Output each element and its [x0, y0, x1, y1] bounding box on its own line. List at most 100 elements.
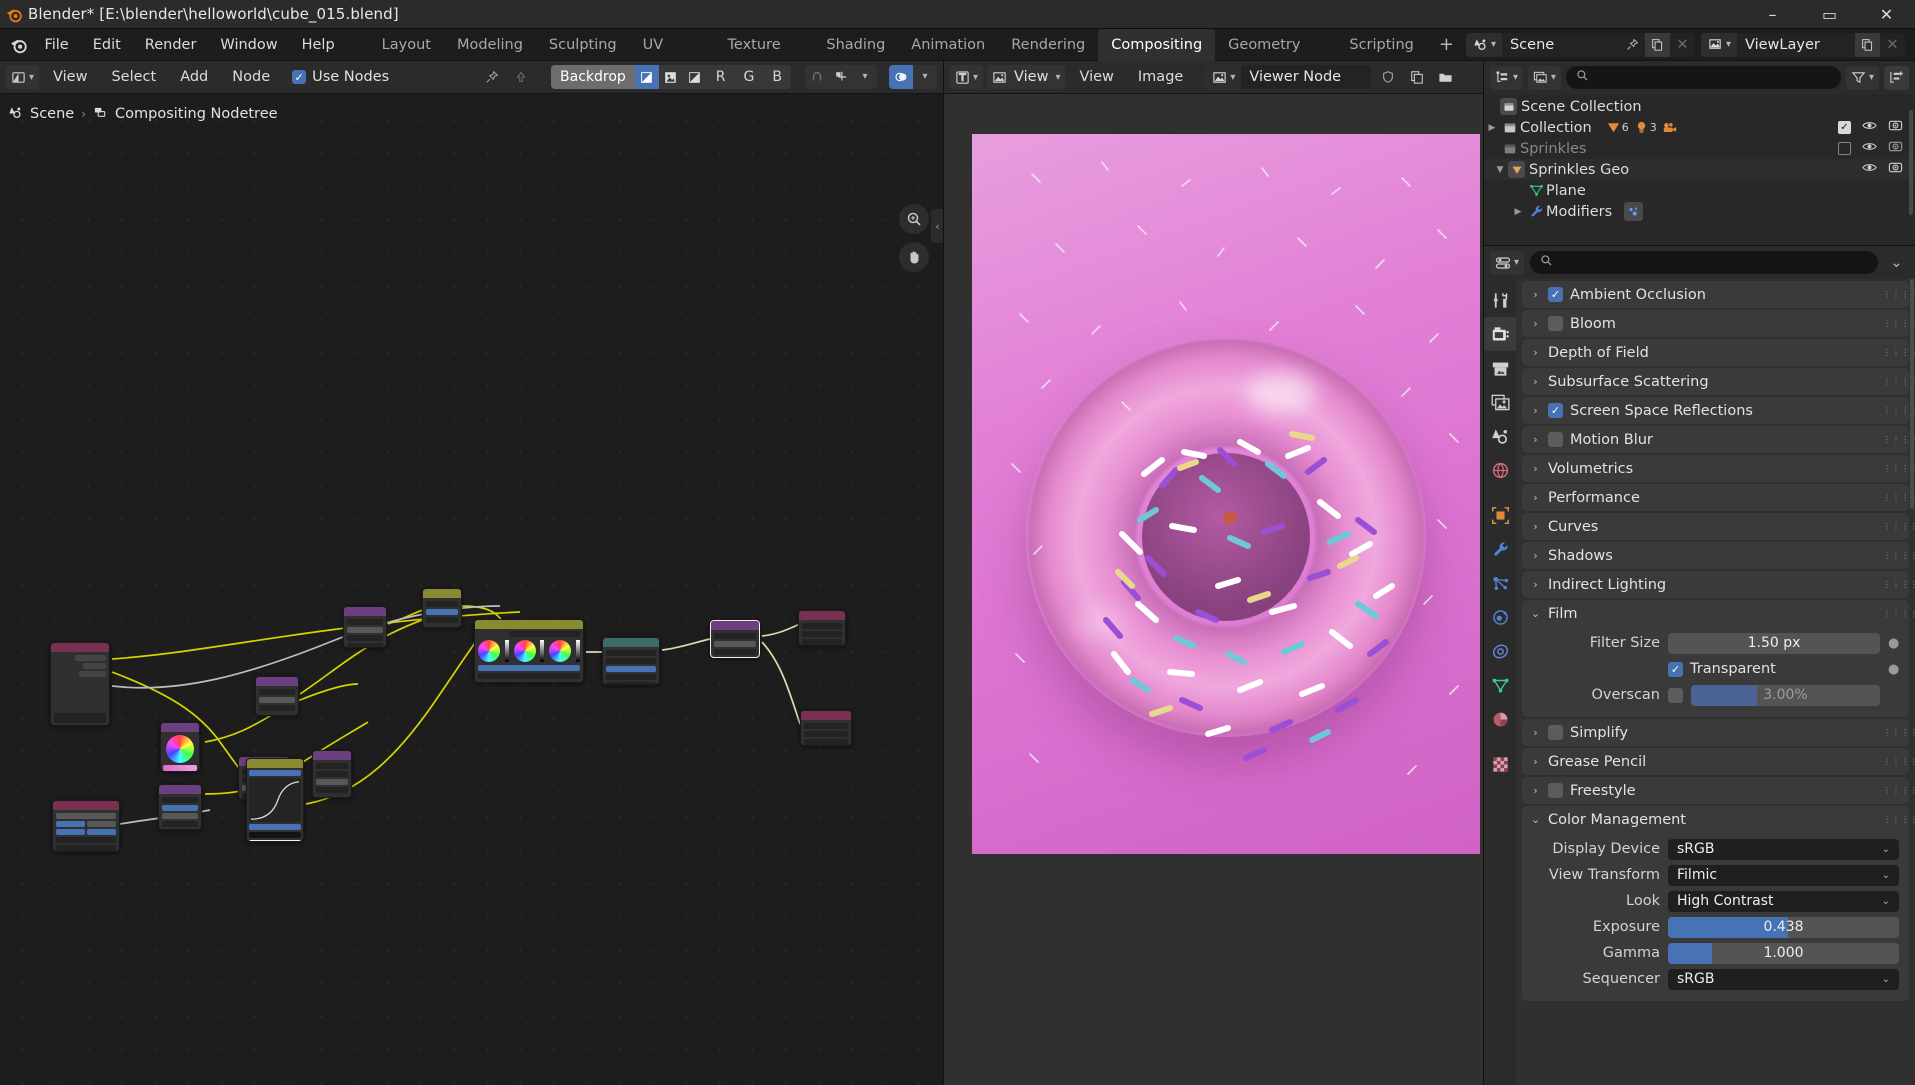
properties-panel-list[interactable]: › ✓ Ambient Occlusion ⋮⋮⋮⋮ › Bloom ⋮⋮⋮⋮ [1516, 279, 1915, 1085]
node-math[interactable] [255, 676, 299, 716]
panel-header[interactable]: › Motion Blur ⋮⋮⋮⋮ [1522, 426, 1915, 453]
panel-bloom[interactable]: › Bloom ⋮⋮⋮⋮ [1522, 310, 1915, 337]
close-button[interactable]: ✕ [1858, 0, 1915, 29]
look-dropdown[interactable]: High Contrast ⌄ [1668, 890, 1899, 912]
backdrop-color-icon[interactable] [659, 65, 683, 89]
gain-slider[interactable] [575, 640, 580, 662]
drag-grip[interactable]: ⋮⋮⋮⋮ [1883, 348, 1915, 356]
exposure-slider[interactable]: 0.438 [1668, 916, 1899, 938]
new-viewlayer-icon[interactable] [1855, 32, 1880, 57]
image-menu-image[interactable]: Image [1128, 65, 1193, 89]
panel-header[interactable]: › Freestyle ⋮⋮⋮⋮ [1522, 777, 1915, 804]
drag-grip[interactable]: ⋮⋮⋮⋮ [1883, 580, 1915, 588]
panel-indirect-lighting[interactable]: › Indirect Lighting ⋮⋮⋮⋮ [1522, 571, 1915, 598]
properties-tab-scene[interactable] [1484, 419, 1516, 453]
properties-tab-render[interactable] [1484, 317, 1516, 351]
outliner-row-modifiers[interactable]: ▶ Modifiers [1484, 201, 1915, 222]
panel-depth-of-field[interactable]: › Depth of Field ⋮⋮⋮⋮ [1522, 339, 1915, 366]
freestyle-checkbox[interactable] [1548, 783, 1563, 798]
drag-grip[interactable]: ⋮⋮⋮⋮ [1883, 609, 1915, 617]
go-to-parent-icon[interactable] [508, 65, 533, 89]
overlays-dropdown-caret-icon[interactable]: ▾ [913, 65, 937, 89]
outliner-tree[interactable]: Scene Collection ▶ Collection 6 3 ✓ Spri… [1484, 94, 1915, 245]
gamma-slider[interactable]: 1.000 [1668, 942, 1899, 964]
menu-edit[interactable]: Edit [81, 33, 133, 57]
chevron-right-icon[interactable]: › [1530, 784, 1541, 797]
animate-property-dot[interactable]: ● [1888, 637, 1899, 650]
panel-header[interactable]: › Curves ⋮⋮⋮⋮ [1522, 513, 1915, 540]
pin-icon[interactable] [1620, 33, 1645, 57]
chevron-right-icon[interactable]: › [1530, 549, 1541, 562]
properties-tab-object-data[interactable] [1484, 668, 1516, 702]
node-menu-view[interactable]: View [43, 65, 97, 89]
menu-render[interactable]: Render [133, 33, 209, 57]
maximize-button[interactable]: ▭ [1801, 0, 1858, 29]
blender-logo-icon[interactable] [6, 36, 32, 54]
workspace-tab-rendering[interactable]: Rendering [998, 29, 1098, 61]
chevron-right-icon[interactable]: › [1530, 375, 1541, 388]
backdrop-channel-g[interactable]: G [735, 65, 764, 89]
properties-tab-view-layer[interactable] [1484, 385, 1516, 419]
shield-icon[interactable] [1375, 65, 1400, 89]
outliner-row-sprinkles[interactable]: Sprinkles [1484, 138, 1915, 159]
scene-name[interactable]: Scene [1502, 37, 1620, 53]
panel-header[interactable]: › Grease Pencil ⋮⋮⋮⋮ [1522, 748, 1915, 775]
folder-icon[interactable] [1433, 65, 1458, 89]
node-menu-add[interactable]: Add [170, 65, 218, 89]
chevron-right-icon[interactable]: › [1530, 317, 1541, 330]
properties-editor-icon[interactable]: ▾ [1490, 250, 1525, 275]
image-canvas[interactable] [944, 94, 1483, 1085]
sequencer-dropdown[interactable]: sRGB ⌄ [1668, 968, 1899, 990]
node-composite[interactable] [798, 610, 846, 646]
panel-header[interactable]: › Simplify ⋮⋮⋮⋮ [1522, 719, 1915, 746]
snap-grid-icon[interactable] [829, 65, 853, 89]
workspace-tab-animation[interactable]: Animation [898, 29, 998, 61]
outliner-row-plane[interactable]: Plane [1484, 180, 1915, 201]
node-file-output[interactable] [800, 710, 852, 746]
pin-icon[interactable] [479, 65, 504, 89]
menu-window[interactable]: Window [208, 33, 289, 57]
new-collection-icon[interactable] [1884, 65, 1909, 90]
outliner-row-scene-collection[interactable]: Scene Collection [1484, 96, 1915, 117]
node-menu-node[interactable]: Node [222, 65, 280, 89]
expand-triangle[interactable]: ▶ [1510, 207, 1526, 217]
drag-grip[interactable]: ⋮⋮⋮⋮ [1883, 377, 1915, 385]
panel-header[interactable]: › Shadows ⋮⋮⋮⋮ [1522, 542, 1915, 569]
exclude-checkbox[interactable]: ✓ [1838, 121, 1851, 134]
panel-color-management[interactable]: ⌄ Color Management ⋮⋮⋮⋮ Display Device s… [1522, 806, 1915, 1001]
panel-header[interactable]: › ✓ Screen Space Reflections ⋮⋮⋮⋮ [1522, 397, 1915, 424]
unlink-viewlayer-icon[interactable]: ✕ [1880, 33, 1905, 57]
properties-scrollbar[interactable] [1910, 279, 1914, 509]
node-value[interactable] [312, 750, 352, 798]
editor-collapse-arrow[interactable]: ‹ [931, 209, 943, 243]
drag-grip[interactable]: ⋮⋮⋮⋮ [1883, 435, 1915, 443]
chevron-right-icon[interactable]: › [1530, 433, 1541, 446]
backdrop-alpha-icon[interactable] [683, 65, 707, 89]
funnel-icon[interactable]: ▾ [1845, 65, 1879, 90]
workspace-tab-geometry-nodes[interactable]: Geometry Nodes [1215, 29, 1336, 85]
drag-grip[interactable]: ⋮⋮⋮⋮ [1883, 319, 1915, 327]
panel-performance[interactable]: › Performance ⋮⋮⋮⋮ [1522, 484, 1915, 511]
eye-icon[interactable] [1862, 160, 1877, 179]
image-datablock-icon[interactable]: ▾ [1205, 65, 1242, 89]
node-viewer[interactable] [710, 620, 760, 658]
view-transform-dropdown[interactable]: Filmic ⌄ [1668, 864, 1899, 886]
properties-tab-constraints[interactable] [1484, 634, 1516, 668]
outliner-row-sprinkles-geo[interactable]: ▼ Sprinkles Geo [1484, 159, 1915, 180]
zoom-icon[interactable] [899, 204, 929, 234]
properties-tab-world[interactable] [1484, 453, 1516, 487]
chevron-right-icon[interactable]: › [1530, 288, 1541, 301]
display-device-dropdown[interactable]: sRGB ⌄ [1668, 838, 1899, 860]
bloom-checkbox[interactable] [1548, 316, 1563, 331]
outliner-display-icon[interactable]: ▾ [1490, 65, 1524, 90]
node-mix-c[interactable] [422, 588, 462, 628]
simplify-checkbox[interactable] [1548, 725, 1563, 740]
workspace-tab-layout[interactable]: Layout [369, 29, 444, 61]
panel-header[interactable]: › Volumetrics ⋮⋮⋮⋮ [1522, 455, 1915, 482]
menu-help[interactable]: Help [290, 33, 347, 57]
panel-header[interactable]: ⌄ Color Management ⋮⋮⋮⋮ [1522, 806, 1915, 833]
panel-header[interactable]: › Subsurface Scattering ⋮⋮⋮⋮ [1522, 368, 1915, 395]
workspace-tab-texture-paint[interactable]: Texture Paint [715, 29, 814, 85]
unlink-scene-icon[interactable]: ✕ [1670, 33, 1695, 57]
panel-header[interactable]: › Indirect Lighting ⋮⋮⋮⋮ [1522, 571, 1915, 598]
